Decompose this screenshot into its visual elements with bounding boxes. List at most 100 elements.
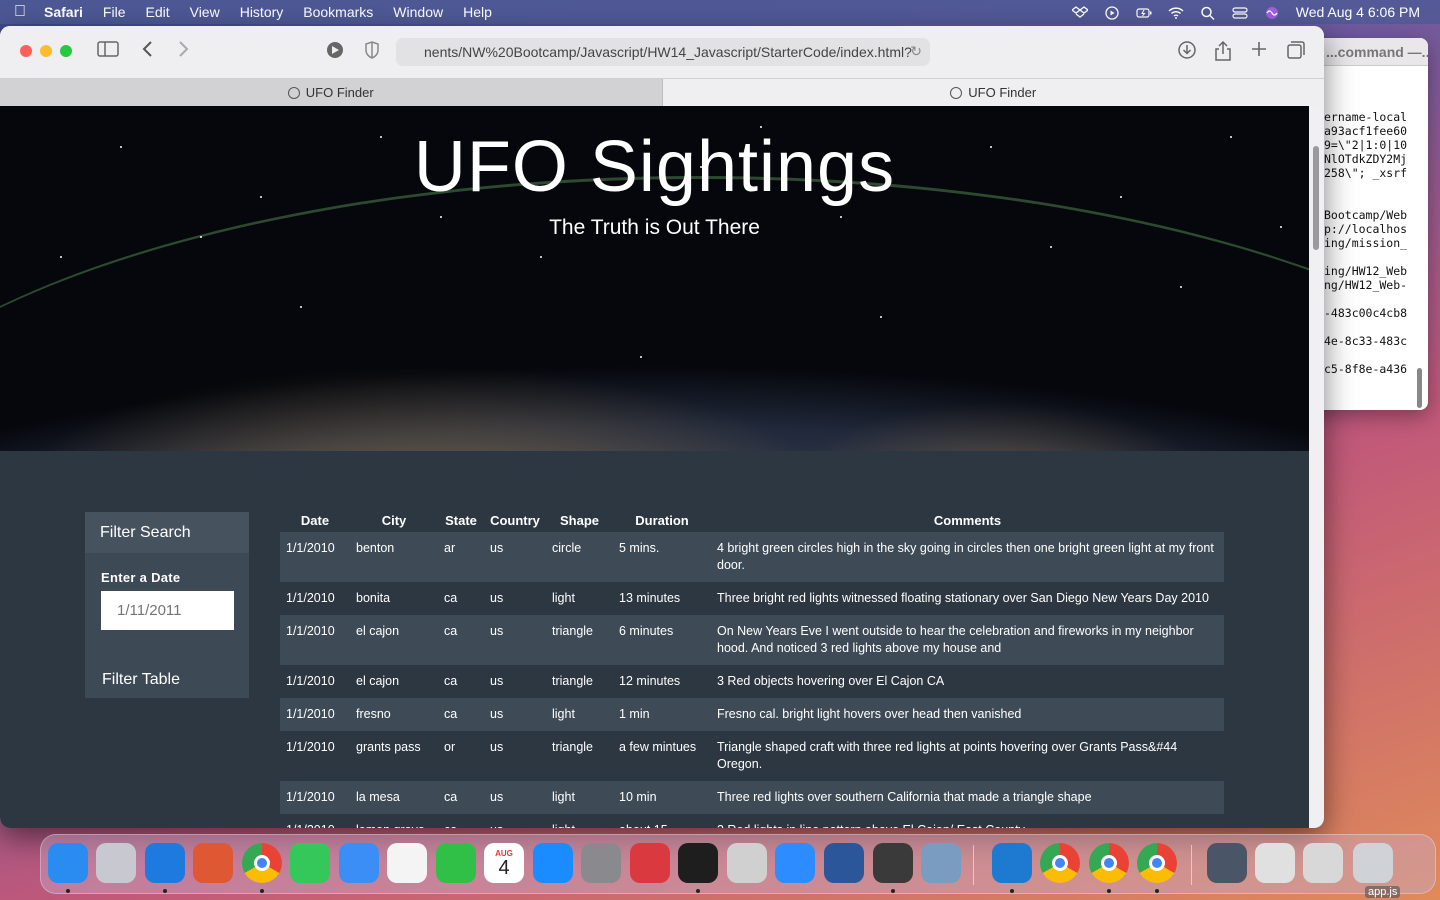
dock: AUG 4	[40, 834, 1436, 894]
apple-menu-icon[interactable]: 	[14, 3, 26, 21]
close-window-button[interactable]	[20, 45, 32, 57]
new-tab-icon[interactable]	[1250, 40, 1268, 63]
cell-shape: light	[552, 591, 575, 605]
chrome-icon-3[interactable]	[1089, 843, 1129, 883]
share-icon[interactable]	[1214, 40, 1232, 67]
back-icon[interactable]	[142, 40, 154, 63]
activity-icon[interactable]	[873, 843, 913, 883]
safari-icon[interactable]	[145, 843, 185, 883]
cell-shape: triangle	[552, 674, 593, 688]
table-row: 1/1/2010 el cajon ca us triangle 6 minutes On …	[280, 615, 1224, 665]
messages-icon[interactable]	[290, 843, 330, 883]
spotlight-search-icon[interactable]	[1200, 6, 1216, 21]
tab-label: UFO Finder	[968, 85, 1037, 100]
tab-bar: UFO Finder UFO Finder	[0, 78, 1324, 106]
word-icon[interactable]	[824, 843, 864, 883]
expressvpn-icon[interactable]	[630, 843, 670, 883]
calendar-day: 4	[498, 856, 510, 879]
extension-icon[interactable]	[325, 40, 345, 65]
photos-icon[interactable]	[387, 843, 427, 883]
safari-window: nents/NW%20Bootcamp/Javascript/HW14_Java…	[0, 26, 1324, 828]
chrome-icon[interactable]	[242, 843, 282, 883]
cell-date: 1/1/2010	[286, 740, 335, 754]
table-body: 1/1/2010 benton ar us circle 5 mins. 4 bright …	[280, 532, 1224, 828]
downloads-icon[interactable]	[1177, 40, 1197, 65]
reload-icon[interactable]: ↻	[910, 43, 922, 60]
system-preferences-icon[interactable]	[581, 843, 621, 883]
cell-shape: circle	[552, 541, 582, 555]
app-store-icon[interactable]	[533, 843, 573, 883]
screenshots-stack-icon[interactable]	[1303, 843, 1343, 883]
play-icon[interactable]	[1104, 6, 1120, 20]
network-radar-icon[interactable]	[727, 843, 767, 883]
siri-icon[interactable]	[1264, 6, 1280, 19]
wifi-icon[interactable]	[1168, 6, 1184, 19]
ufo-sightings-table: Date City State Country Shape Duration C…	[280, 508, 1224, 828]
tab-ufo-finder-2[interactable]: UFO Finder	[662, 79, 1324, 106]
menu-bookmarks[interactable]: Bookmarks	[303, 4, 373, 20]
chrome-icon-2[interactable]	[1040, 843, 1080, 883]
calendar-icon[interactable]: AUG 4	[484, 843, 524, 883]
cell-date: 1/1/2010	[280, 814, 350, 828]
terminal-line: NlOTdkZDY2Mj	[1324, 152, 1408, 166]
cell-duration: 1 min	[619, 707, 650, 721]
compass-icon	[287, 86, 300, 99]
running-indicator	[1107, 889, 1111, 893]
menu-window[interactable]: Window	[393, 4, 443, 20]
battery-icon[interactable]	[1136, 6, 1152, 18]
launchpad-icon[interactable]	[96, 843, 136, 883]
compass-icon	[950, 86, 963, 99]
filter-panel: Filter Search Enter a Date Filter Table	[85, 512, 249, 698]
duckduckgo-icon[interactable]	[193, 843, 233, 883]
cell-state: ca	[444, 707, 458, 721]
cell-date: 1/1/2010	[286, 790, 335, 804]
zoom-window-button[interactable]	[60, 45, 72, 57]
menu-file[interactable]: File	[103, 4, 126, 20]
vscode-icon[interactable]	[992, 843, 1032, 883]
filter-table-button[interactable]: Filter Table	[102, 671, 249, 689]
postgres-icon[interactable]	[921, 843, 961, 883]
menu-help[interactable]: Help	[463, 4, 492, 20]
terminal-icon[interactable]	[678, 843, 718, 883]
forward-icon[interactable]	[177, 40, 189, 63]
menu-app-name[interactable]: Safari	[44, 4, 83, 20]
control-center-icon[interactable]	[1232, 6, 1248, 19]
cell-comments: 4 bright green circles high in the sky g…	[717, 541, 1214, 572]
cell-duration: a few mintues	[619, 740, 697, 754]
chrome-icon-4[interactable]	[1137, 843, 1177, 883]
cell-state: ar	[444, 541, 456, 555]
date-input[interactable]	[101, 591, 234, 630]
zoom-icon[interactable]	[775, 843, 815, 883]
cell-city: benton	[356, 541, 395, 555]
dock-separator	[1191, 845, 1192, 885]
downloads-stack-icon[interactable]	[1207, 843, 1247, 883]
cell-state: ca	[444, 674, 458, 688]
table-row: 1/1/2010 benton ar us circle 5 mins. 4 bright …	[280, 532, 1224, 582]
documents-stack-icon[interactable]	[1255, 843, 1295, 883]
tab-overview-icon[interactable]	[1286, 40, 1306, 65]
cell-country: us	[490, 790, 504, 804]
running-indicator	[1155, 889, 1159, 893]
terminal-scrollbar[interactable]	[1417, 368, 1422, 408]
menu-edit[interactable]: Edit	[145, 4, 169, 20]
minimize-window-button[interactable]	[40, 45, 52, 57]
table-header-row: Date City State Country Shape Duration C…	[280, 508, 1224, 532]
menu-view[interactable]: View	[190, 4, 220, 20]
cell-country: us	[490, 707, 504, 721]
trash-icon[interactable]	[1353, 843, 1393, 883]
cell-country: us	[484, 814, 546, 828]
menu-history[interactable]: History	[240, 4, 284, 20]
privacy-shield-icon[interactable]	[364, 40, 380, 65]
menu-bar-clock[interactable]: Wed Aug 4 6:06 PM	[1296, 4, 1420, 20]
page-scrollbar[interactable]	[1313, 146, 1319, 250]
facetime-icon[interactable]	[436, 843, 476, 883]
address-bar[interactable]: nents/NW%20Bootcamp/Javascript/HW14_Java…	[396, 38, 930, 66]
mail-icon[interactable]	[339, 843, 379, 883]
cell-state: ca	[444, 591, 458, 605]
cell-state: or	[444, 740, 456, 754]
sidebar-toggle-icon[interactable]	[97, 40, 119, 63]
tab-ufo-finder-1[interactable]: UFO Finder	[0, 79, 663, 106]
star	[60, 256, 62, 258]
finder-icon[interactable]	[48, 843, 88, 883]
dropbox-status-icon[interactable]	[1070, 6, 1089, 18]
